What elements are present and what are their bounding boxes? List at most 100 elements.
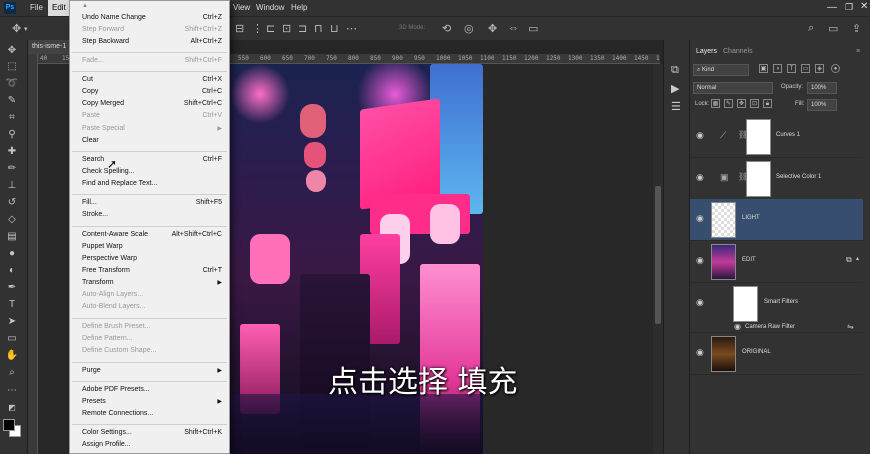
menu-item-copy-merged[interactable]: Copy Merged Shift+Ctrl+C	[82, 100, 222, 112]
gradient-tool-icon[interactable]: ▤	[5, 230, 19, 244]
menu-item-remote-connections[interactable]: Remote Connections...	[82, 410, 222, 422]
filter-options-icon[interactable]: ⇋	[847, 322, 854, 331]
align-left-icon[interactable]: ⊏	[266, 22, 275, 35]
chevron-down-icon[interactable]: ▾	[24, 25, 28, 33]
align-top-icon[interactable]: ⊓	[314, 22, 323, 35]
move-tool-icon[interactable]: ✥	[12, 22, 21, 35]
menu-item-clear[interactable]: Clear	[82, 137, 222, 149]
foreground-color-swatch[interactable]	[3, 419, 15, 431]
restore-icon[interactable]: ❐	[845, 2, 853, 13]
filter-pixel-icon[interactable]: ▣	[759, 64, 768, 73]
properties-panel-icon[interactable]: ☰	[671, 100, 681, 113]
opacity-field[interactable]: 100%	[807, 82, 837, 94]
layer-row-selected[interactable]: ◉ LIGHT	[690, 199, 863, 241]
menu-item-copy[interactable]: Copy Ctrl+C	[82, 88, 222, 100]
menu-item-find-and-replace-text[interactable]: Find and Replace Text...	[82, 180, 222, 192]
visibility-eye-icon[interactable]: ◉	[696, 297, 704, 308]
lock-image-icon[interactable]: ✎	[724, 99, 733, 108]
lock-all-icon[interactable]: 🔒︎	[763, 99, 772, 108]
3d-slide-icon[interactable]: ⇔	[508, 22, 519, 34]
eyedropper-tool-icon[interactable]: ⚲	[5, 128, 19, 142]
menu-item-puppet-warp[interactable]: Puppet Warp	[82, 243, 222, 255]
search-icon[interactable]: ⌕	[808, 22, 814, 35]
menu-item-define-brush-preset[interactable]: Define Brush Preset...	[82, 323, 222, 335]
align-icon[interactable]: ⊟	[235, 22, 244, 35]
layer-name[interactable]: ORIGINAL	[742, 349, 771, 355]
scroll-up-arrow-icon[interactable]: ▲	[82, 3, 88, 9]
layer-row[interactable]: ◉ ▣ ⛓ Selective Color 1	[690, 158, 863, 200]
vertical-scrollbar[interactable]	[653, 64, 663, 454]
layer-name[interactable]: Selective Color 1	[776, 174, 821, 180]
zoom-tool-icon[interactable]: ⌕	[5, 366, 19, 380]
path-select-icon[interactable]: ➤	[5, 315, 19, 329]
play-actions-icon[interactable]: ▶	[671, 82, 679, 95]
shape-tool-icon[interactable]: ▭	[5, 332, 19, 346]
lock-position-icon[interactable]: ✥	[737, 99, 746, 108]
layer-row[interactable]: ◉ EDIT ⧉ ▴	[690, 241, 863, 283]
menu-item-undo-name-change[interactable]: Undo Name Change Ctrl+Z	[82, 14, 222, 26]
visibility-eye-icon[interactable]: ◉	[696, 172, 704, 183]
menu-item-define-custom-shape[interactable]: Define Custom Shape...	[82, 347, 222, 359]
layer-row[interactable]: ◉ ORIGINAL	[690, 333, 863, 375]
menu-item-transform[interactable]: Transform ▶	[82, 279, 222, 291]
pen-tool-icon[interactable]: ✒	[5, 281, 19, 295]
close-icon[interactable]: ✕	[860, 1, 868, 12]
visibility-eye-icon[interactable]: ◉	[734, 322, 741, 331]
lasso-tool-icon[interactable]: ➰	[5, 77, 19, 91]
menu-item-cut[interactable]: Cut Ctrl+X	[82, 76, 222, 88]
menu-item-perspective-warp[interactable]: Perspective Warp	[82, 255, 222, 267]
filter-smart-object-icon[interactable]: ◈	[815, 64, 824, 73]
fill-field[interactable]: 100%	[807, 99, 837, 111]
filter-adjustment-icon[interactable]: ◑	[773, 64, 782, 73]
tab-channels[interactable]: Channels	[723, 48, 753, 55]
visibility-eye-icon[interactable]: ◉	[696, 255, 704, 266]
3d-pan-icon[interactable]: ✥	[488, 22, 497, 35]
layer-mask-thumbnail[interactable]	[746, 161, 771, 197]
menu-item-search[interactable]: Search Ctrl+F	[82, 156, 222, 168]
distribute-icon[interactable]: ⋮	[252, 22, 263, 35]
history-brush-icon[interactable]: ↺	[5, 196, 19, 210]
tab-layers[interactable]: Layers	[696, 48, 717, 55]
3d-orbit-icon[interactable]: ⟲	[442, 22, 451, 35]
stamp-tool-icon[interactable]: ⊥	[5, 179, 19, 193]
menu-edit[interactable]: Edit	[48, 0, 70, 16]
blend-mode-select[interactable]: Normal	[693, 82, 773, 94]
crop-tool-icon[interactable]: ⌗	[5, 111, 19, 125]
layer-name[interactable]: Curves 1	[776, 132, 800, 138]
layer-mask-thumbnail[interactable]	[746, 119, 771, 155]
menu-item-fade[interactable]: Fade... Shift+Ctrl+F	[82, 57, 222, 69]
healing-tool-icon[interactable]: ✚	[5, 145, 19, 159]
filter-kind-select[interactable]: ⌕ Kind	[693, 64, 749, 76]
hand-tool-icon[interactable]: ✋	[5, 349, 19, 363]
menu-help[interactable]: Help	[291, 3, 307, 12]
menu-item-free-transform[interactable]: Free Transform Ctrl+T	[82, 267, 222, 279]
menu-item-presets[interactable]: Presets ▶	[82, 398, 222, 410]
menu-item-step-forward[interactable]: Step Forward Shift+Ctrl+Z	[82, 26, 222, 38]
share-icon[interactable]: ⇪	[852, 22, 861, 35]
marquee-tool-icon[interactable]: ⬚	[5, 60, 19, 74]
menu-item-color-settings[interactable]: Color Settings... Shift+Ctrl+K	[82, 429, 222, 441]
menu-item-auto-blend-layers[interactable]: Auto-Blend Layers...	[82, 303, 222, 315]
menu-item-assign-profile[interactable]: Assign Profile...	[82, 441, 222, 453]
menu-item-check-spelling[interactable]: Check Spelling...	[82, 168, 222, 180]
type-tool-icon[interactable]: T	[5, 298, 19, 312]
default-colors-icon[interactable]: ◩	[5, 401, 19, 415]
layer-name[interactable]: LIGHT	[742, 215, 760, 221]
more-tools-icon[interactable]: ⋯	[5, 384, 19, 398]
menu-item-define-pattern[interactable]: Define Pattern...	[82, 335, 222, 347]
layer-thumbnail[interactable]	[711, 202, 736, 238]
menu-item-auto-align-layers[interactable]: Auto-Align Layers...	[82, 291, 222, 303]
3d-scale-icon[interactable]: ▭	[528, 22, 538, 35]
layer-row[interactable]: ◉ Smart Filters ◉ Camera Raw Filter ⇋	[690, 283, 863, 333]
quick-select-tool-icon[interactable]: ✎	[5, 94, 19, 108]
blur-tool-icon[interactable]: ●	[5, 247, 19, 261]
smart-filters-mask-thumbnail[interactable]	[733, 286, 758, 322]
layer-thumbnail[interactable]	[711, 244, 736, 280]
smart-filters-icon[interactable]: ⧉	[846, 255, 852, 265]
layer-thumbnail[interactable]	[711, 336, 736, 372]
align-right-icon[interactable]: ⊐	[298, 22, 307, 35]
menu-item-fill[interactable]: Fill... Shift+F5	[82, 199, 222, 211]
3d-roll-icon[interactable]: ◎	[464, 22, 474, 35]
move-tool-icon[interactable]: ✥	[5, 44, 19, 58]
menu-window[interactable]: Window	[256, 3, 284, 12]
